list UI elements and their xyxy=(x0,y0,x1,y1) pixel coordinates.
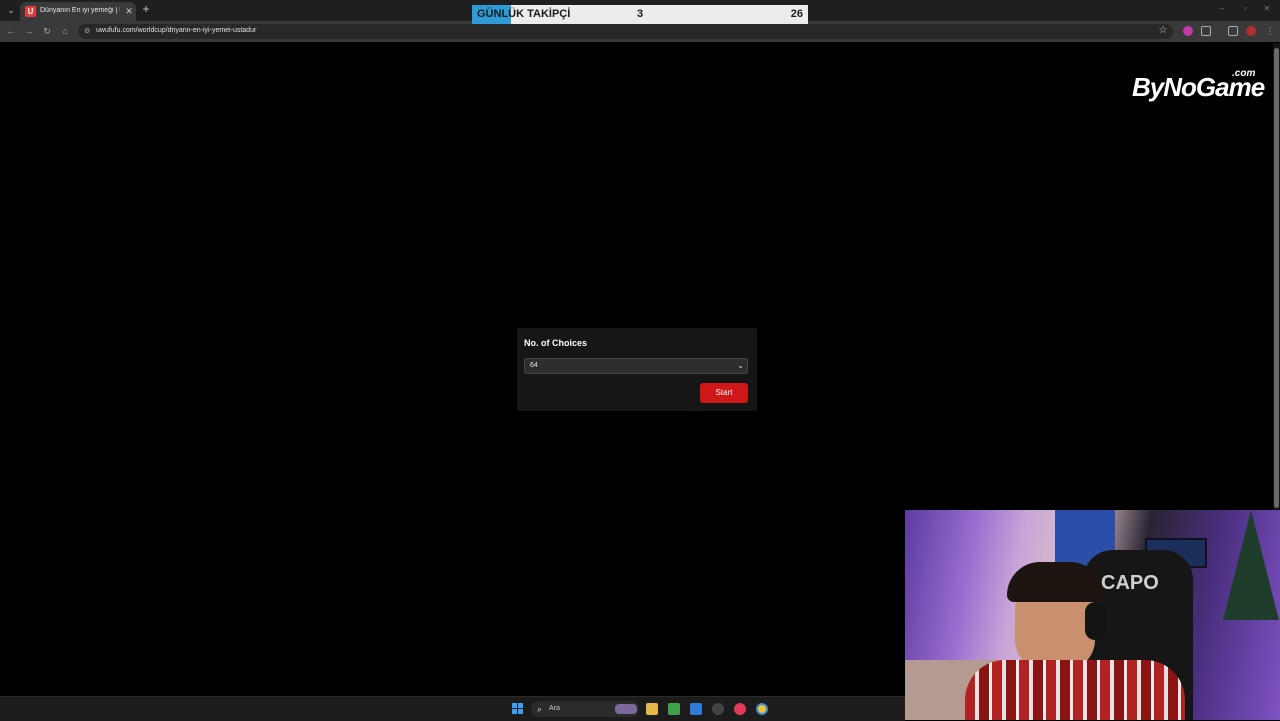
follower-goal-count: 26 xyxy=(790,8,803,20)
media-player-icon[interactable] xyxy=(734,703,746,715)
media-control-icon[interactable] xyxy=(1228,26,1238,36)
back-icon[interactable]: ← xyxy=(5,25,17,37)
chair-brand-text: CAPO xyxy=(1101,572,1159,594)
webcam-person-shirt xyxy=(965,660,1185,720)
chevron-down-icon: ⌄ xyxy=(737,361,744,370)
search-highlight-icon xyxy=(615,704,637,714)
maximize-icon[interactable]: ▫ xyxy=(1240,4,1250,14)
choices-panel: No. of Choices 64 ⌄ Start xyxy=(517,328,757,411)
url-text[interactable]: uwufufu.com/worldcup/dnyann-en-iyi-yemei… xyxy=(96,27,256,34)
extension-icon[interactable] xyxy=(1183,26,1193,36)
minimize-icon[interactable]: – xyxy=(1217,4,1227,14)
taskbar-search[interactable]: ⌕ Ara xyxy=(531,701,639,717)
choices-title: No. of Choices xyxy=(524,338,588,348)
choices-selected-value: 64 xyxy=(530,362,538,369)
reload-icon[interactable]: ↻ xyxy=(41,25,53,37)
windows-start-icon[interactable] xyxy=(512,703,524,715)
headphone-icon xyxy=(1085,602,1107,640)
home-icon[interactable]: ⌂ xyxy=(59,25,71,37)
settings-gear-icon[interactable] xyxy=(712,703,724,715)
taskbar-search-placeholder: Ara xyxy=(549,705,560,712)
webcam-overlay: CAPO xyxy=(905,510,1280,720)
menu-kebab-icon[interactable]: ⋮ xyxy=(1264,25,1276,37)
bynogame-logo: ByNoGame .com xyxy=(1132,68,1265,106)
extensions-puzzle-icon[interactable] xyxy=(1201,26,1211,36)
follower-goal-label: GÜNLÜK TAKİPÇİ xyxy=(477,8,571,20)
forward-icon[interactable]: → xyxy=(23,25,35,37)
search-icon: ⌕ xyxy=(537,704,543,714)
spreadsheet-app-icon[interactable] xyxy=(668,703,680,715)
new-tab-icon[interactable]: + xyxy=(141,3,151,15)
tab-search-icon[interactable]: ⌄ xyxy=(5,4,17,16)
follower-goal-bar: GÜNLÜK TAKİPÇİ 3 26 xyxy=(472,5,808,24)
site-info-icon[interactable]: ⚙ xyxy=(84,27,92,36)
active-tab[interactable]: U Dünyanın En iyi yemeği | UwUf ✕ xyxy=(20,2,136,21)
bookmark-star-icon[interactable]: ☆ xyxy=(1157,25,1169,37)
logo-suffix: .com xyxy=(1232,68,1256,79)
scrollbar-thumb[interactable] xyxy=(1274,48,1279,508)
chrome-browser-icon[interactable] xyxy=(756,703,768,715)
choices-select[interactable]: 64 ⌄ xyxy=(524,358,748,374)
tab-title: Dünyanın En iyi yemeği | UwUf xyxy=(40,7,120,14)
webcam-person-hair xyxy=(1007,562,1103,602)
browser-toolbar: ← → ↻ ⌂ ⚙ uwufufu.com/worldcup/dnyann-en… xyxy=(0,21,1280,42)
windows-taskbar: ⌕ Ara xyxy=(0,696,905,721)
start-button[interactable]: Start xyxy=(700,383,748,403)
webcam-christmas-tree xyxy=(1223,510,1279,620)
close-window-icon[interactable]: ✕ xyxy=(1262,4,1272,14)
profile-avatar-icon[interactable] xyxy=(1246,26,1256,36)
file-explorer-icon[interactable] xyxy=(646,703,658,715)
store-app-icon[interactable] xyxy=(690,703,702,715)
site-favicon-icon: U xyxy=(25,6,36,17)
follower-current-count: 3 xyxy=(636,8,644,20)
tab-close-icon[interactable]: ✕ xyxy=(124,5,134,17)
address-bar[interactable]: ⚙ uwufufu.com/worldcup/dnyann-en-iyi-yem… xyxy=(78,24,1173,39)
